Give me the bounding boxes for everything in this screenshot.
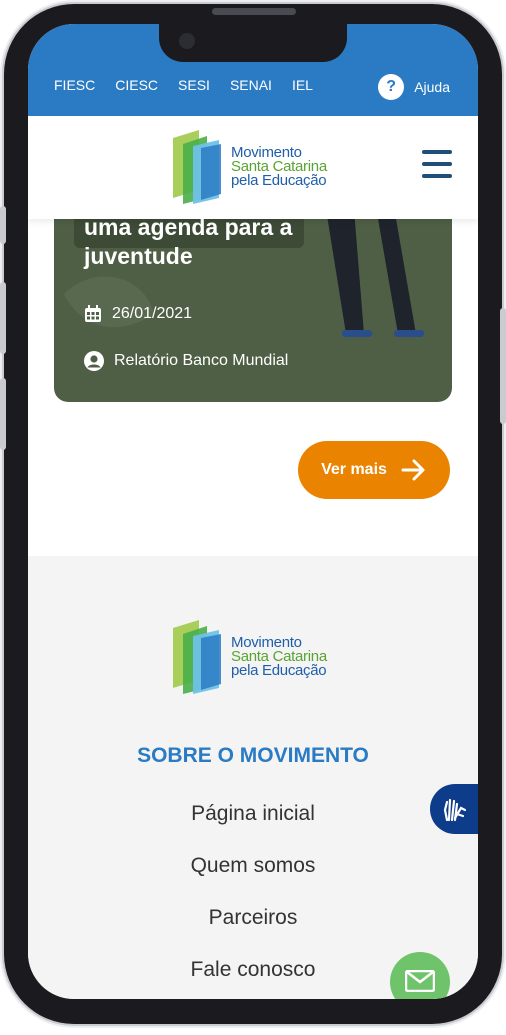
menu-icon[interactable]	[422, 150, 452, 182]
card-date: 26/01/2021	[84, 305, 192, 323]
ver-mais-button[interactable]: Ver mais	[298, 441, 450, 499]
logo-emblem	[173, 620, 221, 694]
footer-logo-line3: pela Educação	[231, 662, 327, 679]
phone-screen: uma agenda para a juventude 26/01/2021 R…	[28, 24, 478, 999]
phone-power-button	[500, 308, 506, 424]
phone-volume-down	[0, 378, 6, 450]
site-footer: Movimento Santa Catarina pela Educação S…	[28, 556, 478, 999]
card-title-line2: juventude	[84, 243, 193, 269]
sign-language-button[interactable]	[430, 784, 478, 834]
link-ciesc[interactable]: CIESC	[115, 77, 158, 93]
help-icon: ?	[378, 74, 405, 100]
help-link[interactable]: ? Ajuda	[378, 74, 450, 100]
notch	[159, 24, 347, 62]
link-iel[interactable]: IEL	[292, 77, 313, 93]
institution-links: FIESC CIESC SESI SENAI IEL	[54, 77, 313, 93]
footer-link-home[interactable]: Página inicial	[28, 802, 478, 854]
arrow-right-icon	[401, 459, 425, 481]
card-author-text: Relatório Banco Mundial	[114, 352, 289, 369]
menu-icon-bar	[422, 174, 452, 178]
mail-icon	[405, 970, 435, 992]
ver-mais-label: Ver mais	[321, 461, 387, 478]
hands-icon	[443, 798, 467, 822]
help-label: Ajuda	[414, 79, 450, 95]
card-title[interactable]: uma agenda para a juventude	[84, 213, 324, 271]
user-icon	[84, 351, 104, 371]
menu-icon-bar	[422, 162, 452, 166]
site-logo[interactable]: Movimento Santa Catarina pela Educação	[171, 128, 327, 206]
calendar-icon	[85, 305, 101, 322]
link-senai[interactable]: SENAI	[230, 77, 272, 93]
site-header: Movimento Santa Catarina pela Educação	[28, 116, 478, 219]
card-date-text: 26/01/2021	[112, 305, 193, 322]
logo-emblem	[173, 130, 221, 204]
footer-link-partners[interactable]: Parceiros	[28, 906, 478, 958]
card-author: Relatório Banco Mundial	[84, 351, 288, 371]
footer-section-title: SOBRE O MOVIMENTO	[137, 744, 369, 767]
phone-speaker	[212, 8, 296, 15]
logo-line3: pela Educação	[231, 172, 327, 189]
footer-link-about[interactable]: Quem somos	[28, 854, 478, 906]
footer-logo-text: Movimento Santa Catarina pela Educação	[231, 635, 327, 679]
menu-icon-bar	[422, 150, 452, 154]
camera	[179, 33, 195, 49]
footer-logo[interactable]: Movimento Santa Catarina pela Educação	[171, 616, 327, 698]
phone-volume-up	[0, 282, 6, 354]
link-fiesc[interactable]: FIESC	[54, 77, 95, 93]
phone-side-button	[0, 206, 6, 244]
link-sesi[interactable]: SESI	[178, 77, 210, 93]
logo-text: Movimento Santa Catarina pela Educação	[231, 145, 327, 189]
